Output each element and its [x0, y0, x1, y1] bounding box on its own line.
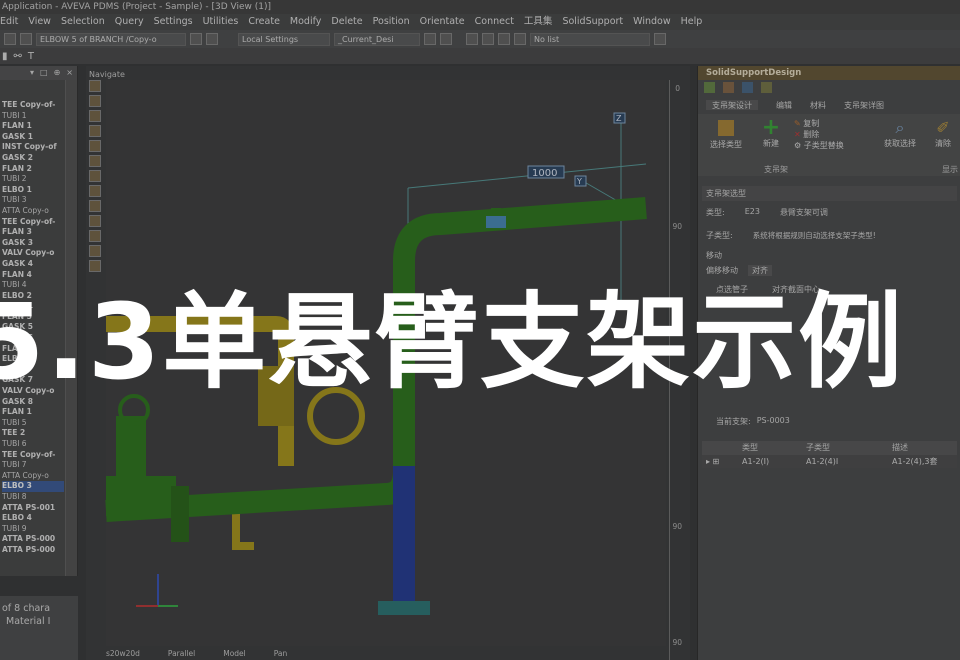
dim-overlay: [0, 0, 960, 660]
